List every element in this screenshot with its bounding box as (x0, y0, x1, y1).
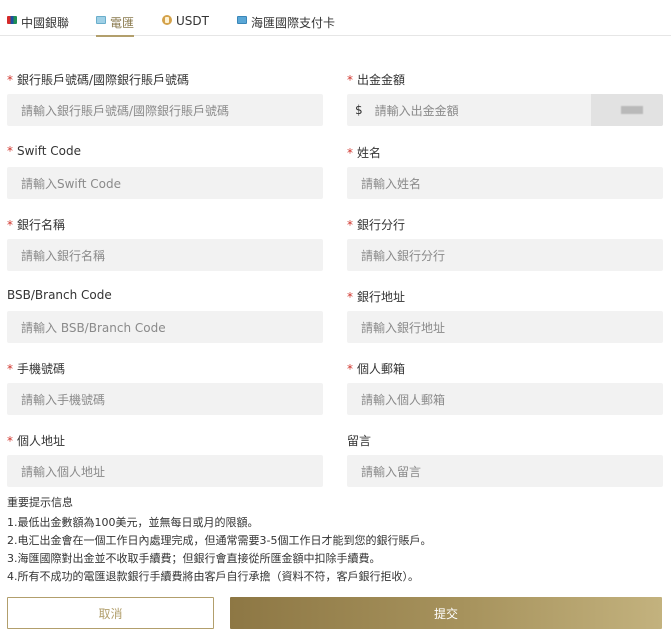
currency-symbol: $ (355, 103, 363, 117)
unionpay-card-icon (7, 16, 17, 24)
important-notes: 重要提示信息 1.最低出金數額為100美元，並無每日或月的限額。 2.电汇出金會… (7, 494, 657, 586)
amount-currency-selector[interactable] (591, 94, 663, 126)
bank-name-input[interactable]: 請輸入銀行名稱 (7, 239, 323, 271)
required-marker: * (347, 73, 353, 87)
note-item: 4.所有不成功的電匯退款銀行手續費將由客戶自行承擔（資料不符，客戶銀行拒收）。 (7, 570, 419, 583)
required-marker: * (7, 73, 13, 87)
tab-overseas-card[interactable]: 海匯國際支付卡 (237, 14, 335, 36)
bsb-code-input[interactable]: 請輸入 BSB/Branch Code (7, 311, 323, 343)
bank-name-label: * 銀行名稱 (7, 218, 66, 232)
address-label: * 個人地址 (7, 434, 66, 448)
tab-unionpay[interactable]: 中國銀聯 (7, 14, 69, 36)
message-label: 留言 (347, 434, 372, 448)
bsb-code-label: BSB/Branch Code (7, 288, 112, 302)
name-label: * 姓名 (347, 146, 382, 160)
bank-address-label: * 銀行地址 (347, 290, 406, 304)
phone-input[interactable]: 請輸入手機號碼 (7, 383, 323, 415)
required-marker: * (347, 218, 353, 232)
swift-code-input[interactable]: 請輸入Swift Code (7, 167, 323, 199)
required-marker: * (7, 362, 13, 376)
email-label: * 個人郵箱 (347, 362, 406, 376)
required-marker: * (7, 144, 13, 158)
tab-label: USDT (176, 14, 209, 28)
tab-label: 中國銀聯 (21, 16, 70, 30)
usdt-coin-icon (162, 15, 172, 25)
cancel-button[interactable]: 取消 (7, 597, 214, 629)
note-item: 2.电汇出金會在一個工作日內處理完成，但通常需要3-5個工作日才能到您的銀行賬戶… (7, 534, 432, 547)
required-marker: * (7, 434, 13, 448)
amount-input[interactable]: $ 請輸入出金金額 (347, 94, 663, 126)
bank-account-label: * 銀行賬戶號碼/國際銀行賬戶號碼 (7, 73, 190, 87)
bank-address-input[interactable]: 請輸入銀行地址 (347, 311, 663, 343)
bank-account-input[interactable]: 請輸入銀行賬戶號碼/國際銀行賬戶號碼 (7, 94, 323, 126)
wire-card-icon (96, 16, 106, 24)
swift-code-label: * Swift Code (7, 144, 82, 158)
name-input[interactable]: 請輸入姓名 (347, 167, 663, 199)
submit-button[interactable]: 提交 (230, 597, 662, 629)
address-input[interactable]: 請輸入個人地址 (7, 455, 323, 487)
notes-title: 重要提示信息 (7, 496, 73, 509)
tab-usdt[interactable]: USDT (162, 14, 209, 36)
tab-label: 海匯國際支付卡 (251, 16, 336, 30)
payment-method-tabs: 中國銀聯 電匯 USDT 海匯國際支付卡 (0, 0, 671, 37)
amount-label: * 出金金額 (347, 73, 406, 87)
required-marker: * (347, 290, 353, 304)
tab-wire-transfer[interactable]: 電匯 (96, 14, 135, 37)
tab-label: 電匯 (110, 16, 135, 30)
required-marker: * (7, 218, 13, 232)
bank-branch-input[interactable]: 請輸入銀行分行 (347, 239, 663, 271)
note-item: 1.最低出金數額為100美元，並無每日或月的限額。 (7, 516, 259, 529)
overseas-card-icon (237, 16, 247, 24)
required-marker: * (347, 146, 353, 160)
message-input[interactable]: 請輸入留言 (347, 455, 663, 487)
email-input[interactable]: 請輸入個人郵箱 (347, 383, 663, 415)
required-marker: * (347, 362, 353, 376)
bank-branch-label: * 銀行分行 (347, 218, 406, 232)
note-item: 3.海匯國際對出金並不收取手續費；但銀行會直接從所匯金額中扣除手續費。 (7, 552, 381, 565)
phone-label: * 手機號碼 (7, 362, 66, 376)
